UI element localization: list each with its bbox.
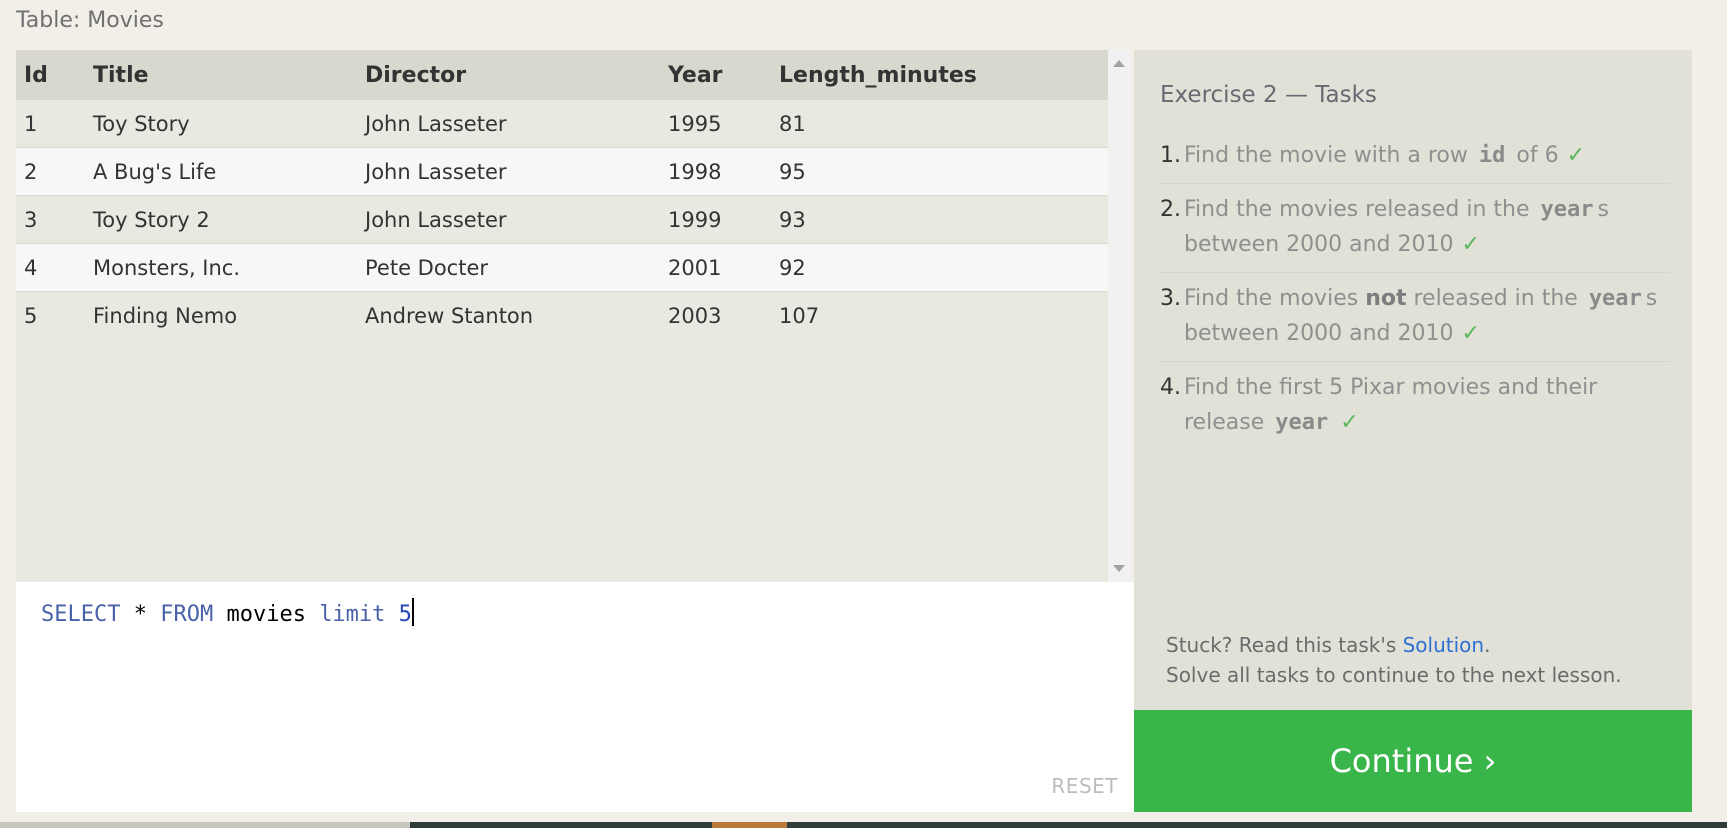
task-text: Find the movies released in the year s be… [1184, 192, 1670, 262]
task-code: year [1275, 410, 1329, 435]
check-icon: ✓ [1566, 143, 1586, 168]
tasks-panel: Exercise 2 — Tasks 1. Find the movie wit… [1134, 50, 1692, 710]
results-panel: Id Title Director Year Length_minutes 1 … [16, 50, 1108, 582]
cell-director: Pete Docter [357, 243, 660, 292]
cell-id: 4 [16, 243, 85, 292]
task-item: 4. Find the first 5 Pixar movies and the… [1160, 362, 1670, 450]
column-header-year: Year [660, 50, 771, 100]
cell-title: A Bug's Life [85, 147, 357, 196]
check-icon: ✓ [1461, 232, 1480, 257]
task-text: Find the movie with a row id of 6 ✓ [1184, 138, 1670, 173]
query-limit-value: 5 [398, 602, 412, 627]
help-line-1: Stuck? Read this task's Solution. [1166, 630, 1622, 660]
bottom-strip-dark [410, 822, 1727, 828]
bottom-strip [0, 822, 1727, 828]
task-code: year [1540, 197, 1594, 222]
cell-director: John Lasseter [357, 147, 660, 196]
keyword-select: SELECT [41, 602, 121, 627]
table-row: 4 Monsters, Inc. Pete Docter 2001 92 [16, 243, 1108, 292]
help-suffix: . [1484, 633, 1491, 657]
task-item: 1. Find the movie with a row id of 6 ✓ [1160, 130, 1670, 184]
cell-director: John Lasseter [357, 100, 660, 148]
cell-year: 1995 [660, 100, 771, 148]
scroll-down-arrow-icon[interactable] [1113, 565, 1125, 572]
task-code: id [1478, 143, 1506, 168]
check-icon: ✓ [1461, 321, 1480, 346]
sql-query-text[interactable]: SELECT * FROM movies limit 5 [41, 598, 414, 627]
sql-editor[interactable]: SELECT * FROM movies limit 5 RESET [16, 582, 1134, 812]
task-item: 3. Find the movies not released in the y… [1160, 273, 1670, 362]
header-row: Id Title Director Year Length_minutes [16, 50, 1108, 100]
column-header-title: Title [85, 50, 357, 100]
task-list: 1. Find the movie with a row id of 6 ✓ 2.… [1160, 130, 1670, 450]
task-text-part: Find the movies [1184, 286, 1366, 311]
cell-id: 5 [16, 291, 85, 339]
task-text: Find the movies not released in the year… [1184, 281, 1670, 351]
task-code: year [1588, 286, 1642, 311]
help-line-2: Solve all tasks to continue to the next … [1166, 663, 1622, 687]
task-text-part: released in the [1406, 286, 1585, 311]
cell-director: John Lasseter [357, 195, 660, 244]
cell-title: Monsters, Inc. [85, 243, 357, 292]
cell-year: 1999 [660, 195, 771, 244]
bottom-strip-accent [712, 822, 787, 828]
task-number: 1. [1160, 143, 1181, 168]
table-row: 5 Finding Nemo Andrew Stanton 2003 107 [16, 291, 1108, 339]
table-caption: Table: Movies [16, 8, 164, 33]
check-icon: ✓ [1340, 410, 1359, 435]
cell-year: 2001 [660, 243, 771, 292]
query-star: * [120, 602, 161, 627]
cell-year: 2003 [660, 291, 771, 339]
cell-length: 107 [771, 291, 1108, 339]
continue-button[interactable]: Continue › [1134, 710, 1692, 812]
cell-title: Toy Story 2 [85, 195, 357, 244]
task-text-part: of 6 [1509, 143, 1559, 168]
task-number: 4. [1160, 375, 1181, 400]
cell-id: 3 [16, 195, 85, 244]
task-number: 3. [1160, 286, 1181, 311]
table-row: 2 A Bug's Life John Lasseter 1998 95 [16, 147, 1108, 196]
column-header-id: Id [16, 50, 85, 100]
results-scrollbar[interactable] [1108, 50, 1130, 582]
column-header-length: Length_minutes [771, 50, 1108, 100]
sql-lesson-page: Table: Movies Id Title Director Year Len… [0, 0, 1727, 828]
solution-link[interactable]: Solution [1403, 633, 1484, 657]
reset-button[interactable]: RESET [1051, 774, 1118, 798]
task-text: Find the first 5 Pixar movies and their … [1184, 370, 1670, 440]
task-text-part: Find the movies released in the [1184, 197, 1537, 222]
cell-length: 95 [771, 147, 1108, 196]
task-item: 2. Find the movies released in the year s… [1160, 184, 1670, 273]
cell-id: 1 [16, 100, 85, 148]
results-table: Id Title Director Year Length_minutes 1 … [16, 50, 1108, 339]
help-prefix: Stuck? Read this task's [1166, 633, 1403, 657]
help-text: Stuck? Read this task's Solution. Solve … [1166, 630, 1622, 690]
keyword-from: FROM [160, 602, 214, 627]
column-header-director: Director [357, 50, 660, 100]
cell-length: 92 [771, 243, 1108, 292]
keyword-limit: limit [319, 602, 386, 627]
cell-title: Toy Story [85, 100, 357, 148]
cell-length: 93 [771, 195, 1108, 244]
tasks-title: Exercise 2 — Tasks [1160, 82, 1377, 108]
table-row: 1 Toy Story John Lasseter 1995 81 [16, 100, 1108, 148]
cell-year: 1998 [660, 147, 771, 196]
query-space [385, 602, 398, 627]
task-text-part: Find the first 5 Pixar movies and their … [1184, 375, 1598, 435]
task-number: 2. [1160, 197, 1181, 222]
scroll-up-arrow-icon[interactable] [1113, 60, 1125, 67]
cell-length: 81 [771, 100, 1108, 148]
task-emphasis: not [1365, 286, 1407, 311]
cell-id: 2 [16, 147, 85, 196]
cell-title: Finding Nemo [85, 291, 357, 339]
query-table-name: movies [213, 602, 320, 627]
table-row: 3 Toy Story 2 John Lasseter 1999 93 [16, 195, 1108, 244]
cell-director: Andrew Stanton [357, 291, 660, 339]
task-text-part: Find the movie with a row [1184, 143, 1475, 168]
text-cursor [411, 598, 414, 626]
